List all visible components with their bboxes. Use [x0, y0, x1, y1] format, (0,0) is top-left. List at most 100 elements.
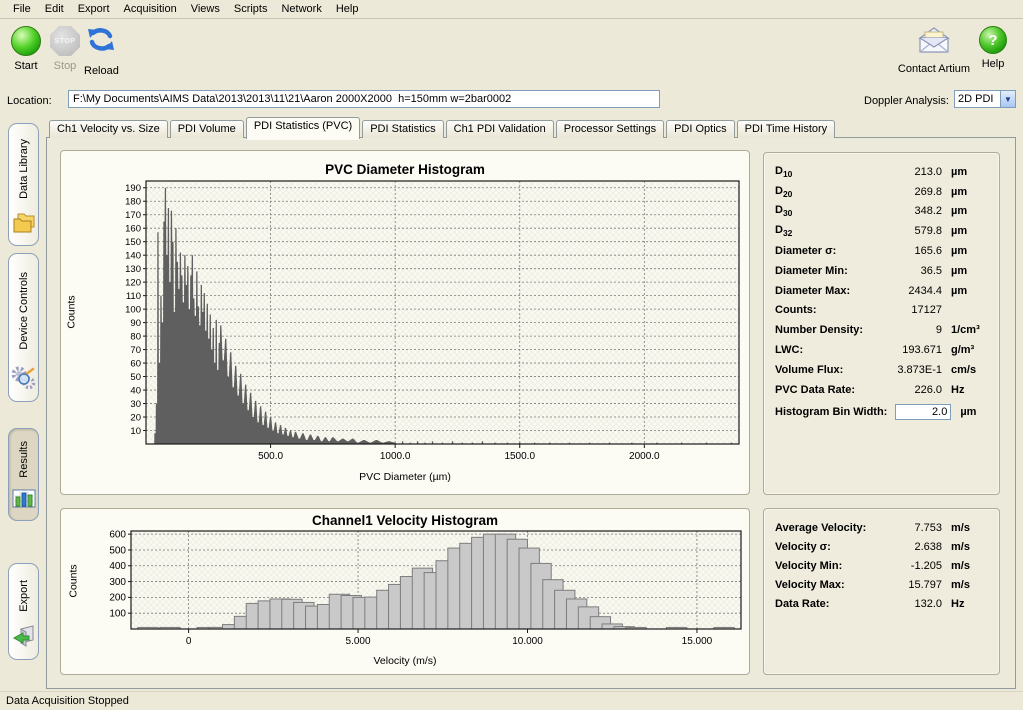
menu-export[interactable]: Export [71, 1, 117, 17]
svg-text:20: 20 [130, 412, 141, 423]
stat-row-d20: D20 269.8µm [775, 182, 988, 202]
location-input[interactable] [68, 90, 660, 108]
svg-text:190: 190 [125, 183, 141, 194]
tab-ch1-pdi-validation[interactable]: Ch1 PDI Validation [446, 120, 554, 138]
tab-pdi-volume[interactable]: PDI Volume [170, 120, 244, 138]
menu-scripts[interactable]: Scripts [227, 1, 275, 17]
sidebar-item-device-controls[interactable]: Device Controls [8, 253, 39, 402]
stop-button: STOP Stop [50, 26, 80, 72]
tab-processor-settings[interactable]: Processor Settings [556, 120, 664, 138]
doppler-analysis-select[interactable]: 2D PDI ▼ [954, 90, 1016, 108]
application-window: File Edit Export Acquisition Views Scrip… [0, 0, 1023, 710]
pvc-statistics-panel: D10 213.0µm D20 269.8µm D30 348.2µm D32 … [763, 152, 1000, 495]
pvc-x-axis-label: PVC Diameter (µm) [61, 471, 749, 483]
start-label: Start [14, 60, 37, 72]
bar-chart-icon [12, 488, 36, 515]
svg-text:500.0: 500.0 [258, 451, 283, 462]
stat-row-d32: D32 579.8µm [775, 221, 988, 241]
help-label: Help [982, 58, 1005, 70]
export-label: Export [18, 580, 30, 612]
svg-text:140: 140 [125, 250, 141, 261]
svg-text:500: 500 [109, 545, 126, 556]
velocity-histogram-panel: Channel1 Velocity Histogram Counts 10020… [60, 508, 750, 675]
menu-network[interactable]: Network [274, 1, 328, 17]
stat-row-pvc-data-rate: PVC Data Rate: 226.0Hz [775, 380, 988, 400]
menu-bar: File Edit Export Acquisition Views Scrip… [0, 0, 1023, 19]
chevron-down-icon[interactable]: ▼ [1000, 91, 1015, 107]
histogram-bin-width-input[interactable] [895, 404, 951, 420]
menu-edit[interactable]: Edit [38, 1, 71, 17]
help-button[interactable]: ? Help [975, 26, 1011, 70]
stat-row-diameter-max: Diameter Max: 2434.4µm [775, 281, 988, 301]
tab-pdi-time-history[interactable]: PDI Time History [737, 120, 836, 138]
stat-row-d30: D30 348.2µm [775, 202, 988, 222]
stat-row-lwc: LWC: 193.671g/m³ [775, 340, 988, 360]
tab-strip: Ch1 Velocity vs. Size PDI Volume PDI Sta… [49, 118, 835, 138]
svg-text:90: 90 [130, 318, 141, 329]
location-label: Location: [7, 95, 52, 107]
start-button[interactable]: Start [11, 26, 41, 72]
tab-ch1-velocity-vs-size[interactable]: Ch1 Velocity vs. Size [49, 120, 168, 138]
menu-help[interactable]: Help [329, 1, 366, 17]
tab-pdi-statistics[interactable]: PDI Statistics [362, 120, 443, 138]
stat-row-counts: Counts: 17127 [775, 301, 988, 321]
svg-text:0: 0 [186, 636, 192, 647]
stat-row-velocity-sigma: Velocity σ: 2.638m/s [775, 537, 988, 556]
status-bar: Data Acquisition Stopped [0, 691, 1023, 710]
contact-artium-label: Contact Artium [898, 63, 970, 75]
velocity-histogram-plot: 10020030040050060005.00010.00015.000 [61, 509, 749, 651]
doppler-analysis-value: 2D PDI [955, 93, 1000, 105]
sidebar-item-results[interactable]: Results [8, 428, 39, 521]
svg-text:100: 100 [125, 304, 141, 315]
stat-row-d10: D10 213.0µm [775, 162, 988, 182]
doppler-analysis-label: Doppler Analysis: [864, 95, 949, 107]
menu-file[interactable]: File [6, 1, 38, 17]
pvc-diameter-histogram-plot: 1020304050607080901001101201301401501601… [61, 151, 749, 471]
stat-row-velocity-min: Velocity Min: -1.205m/s [775, 556, 988, 575]
svg-text:400: 400 [109, 561, 126, 572]
sidebar-item-data-library[interactable]: Data Library [8, 123, 39, 246]
svg-text:70: 70 [130, 345, 141, 356]
svg-text:1500.0: 1500.0 [504, 451, 535, 462]
stat-row-average-velocity: Average Velocity: 7.753m/s [775, 518, 988, 537]
svg-text:80: 80 [130, 331, 141, 342]
reload-label: Reload [84, 65, 119, 77]
svg-text:110: 110 [126, 291, 141, 302]
svg-text:60: 60 [130, 358, 141, 369]
tab-pdi-optics[interactable]: PDI Optics [666, 120, 735, 138]
start-icon [11, 26, 41, 56]
gears-icon [11, 365, 37, 396]
status-text: Data Acquisition Stopped [6, 695, 129, 707]
svg-text:160: 160 [125, 224, 141, 235]
sidebar-item-export[interactable]: Export [8, 563, 39, 660]
stat-row-volume-flux: Volume Flux: 3.873E-1cm/s [775, 360, 988, 380]
device-controls-label: Device Controls [18, 272, 30, 350]
svg-text:130: 130 [125, 264, 141, 275]
stat-row-velocity-max: Velocity Max: 15.797m/s [775, 575, 988, 594]
folders-icon [11, 211, 37, 240]
velocity-statistics-panel: Average Velocity: 7.753m/s Velocity σ: 2… [763, 508, 1000, 675]
contact-artium-button[interactable]: Contact Artium [895, 26, 973, 75]
svg-text:2000.0: 2000.0 [629, 451, 660, 462]
reload-button[interactable]: Reload [84, 26, 119, 77]
velocity-x-axis-label: Velocity (m/s) [61, 655, 749, 667]
svg-text:10: 10 [130, 426, 141, 437]
svg-text:30: 30 [130, 399, 141, 410]
export-arrow-icon [11, 625, 37, 654]
svg-text:15.000: 15.000 [682, 636, 713, 647]
svg-text:200: 200 [109, 593, 126, 604]
svg-text:1000.0: 1000.0 [380, 451, 411, 462]
menu-views[interactable]: Views [184, 1, 227, 17]
svg-text:50: 50 [130, 372, 141, 383]
tab-pdi-statistics-pvc[interactable]: PDI Statistics (PVC) [246, 117, 360, 139]
stat-row-diameter-min: Diameter Min: 36.5µm [775, 261, 988, 281]
stat-row-diameter-sigma: Diameter σ: 165.6µm [775, 241, 988, 261]
svg-text:600: 600 [109, 529, 126, 540]
svg-text:170: 170 [125, 210, 141, 221]
pvc-diameter-histogram-panel: PVC Diameter Histogram Counts 1020304050… [60, 150, 750, 495]
menu-acquisition[interactable]: Acquisition [117, 1, 184, 17]
svg-text:120: 120 [125, 277, 141, 288]
svg-text:100: 100 [109, 608, 126, 619]
stat-row-number-density: Number Density: 91/cm³ [775, 320, 988, 340]
stat-row-data-rate: Data Rate: 132.0Hz [775, 594, 988, 613]
